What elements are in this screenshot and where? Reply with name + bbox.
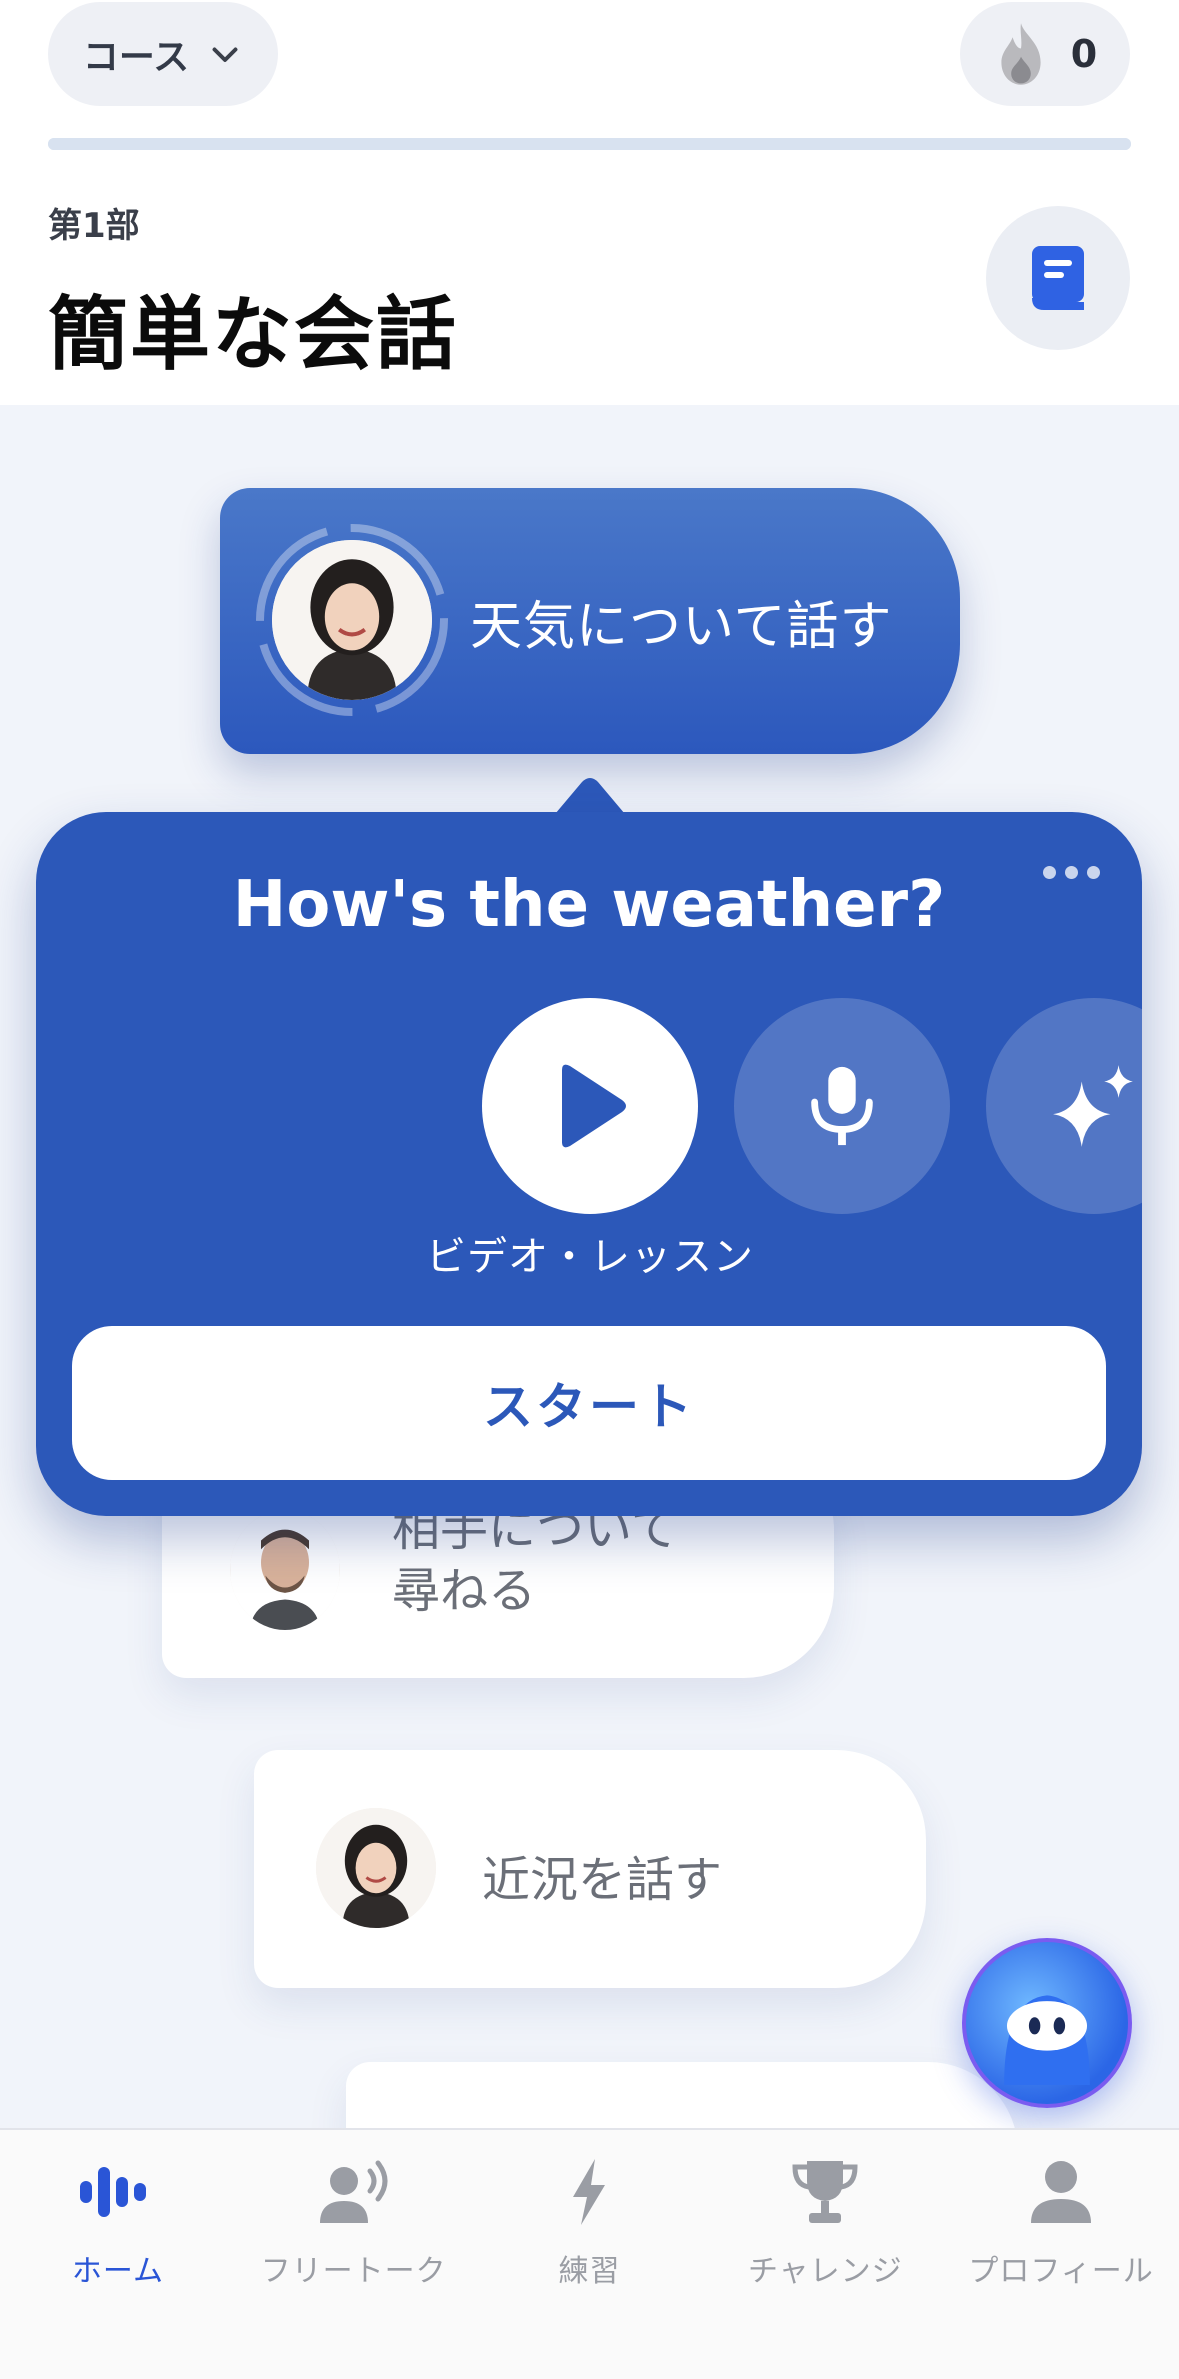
lesson-book-button[interactable] [986, 206, 1130, 350]
tutor-avatar-male [230, 1510, 340, 1630]
course-selector-button[interactable]: コース [48, 2, 278, 106]
streak-counter[interactable]: 0 [960, 2, 1130, 106]
tab-free-talk[interactable]: フリートーク [236, 2130, 472, 2379]
course-progress-fill [48, 138, 1131, 150]
lesson-label-line2: 尋ねる [392, 1563, 537, 1619]
tab-practice[interactable]: 練習 [472, 2130, 708, 2379]
course-progress-bar [48, 138, 1131, 150]
speaking-person-icon [319, 2160, 388, 2223]
part-label: 第1部 [48, 206, 140, 246]
tutor-avatar [316, 1808, 436, 1928]
tab-label: チャレンジ [747, 2254, 903, 2289]
popup-title: How's the weather? [232, 868, 946, 942]
page-title: 簡単な会話 [48, 288, 458, 381]
tab-home[interactable]: ホーム [0, 2130, 236, 2379]
tab-challenge[interactable]: チャレンジ [707, 2130, 943, 2379]
person-icon [1031, 2161, 1092, 2223]
course-label: コース [82, 37, 190, 78]
lightning-icon [573, 2159, 606, 2225]
active-lesson-card[interactable]: 天気について話す [220, 488, 960, 754]
start-button[interactable]: スタート [72, 1326, 1106, 1480]
bottom-tab-bar: ホーム フリートーク 練習 チャレンジ プロフィール [0, 2128, 1179, 2379]
tab-label: 練習 [558, 2254, 621, 2289]
active-lesson-label: 天気について話す [470, 597, 893, 657]
tab-label: フリートーク [260, 2254, 447, 2289]
book-icon [1032, 246, 1084, 310]
tutor-avatar [272, 540, 432, 700]
waveform-icon [79, 2167, 146, 2217]
streak-count: 0 [1070, 32, 1098, 76]
ai-assistant-button[interactable] [962, 1938, 1132, 2108]
robot-mascot-icon [1004, 1995, 1090, 2085]
chevron-down-icon [212, 47, 238, 62]
trophy-icon [792, 2161, 858, 2223]
tab-label: プロフィール [968, 2254, 1154, 2289]
tab-profile[interactable]: プロフィール [943, 2130, 1179, 2379]
lesson-card-catch-up[interactable]: 近況を話す [254, 1750, 926, 1988]
tab-label: ホーム [71, 2254, 164, 2289]
video-lesson-caption: ビデオ・レッスン [426, 1234, 754, 1280]
flame-icon [1001, 23, 1041, 85]
lesson-label: 近況を話す [482, 1852, 723, 1908]
